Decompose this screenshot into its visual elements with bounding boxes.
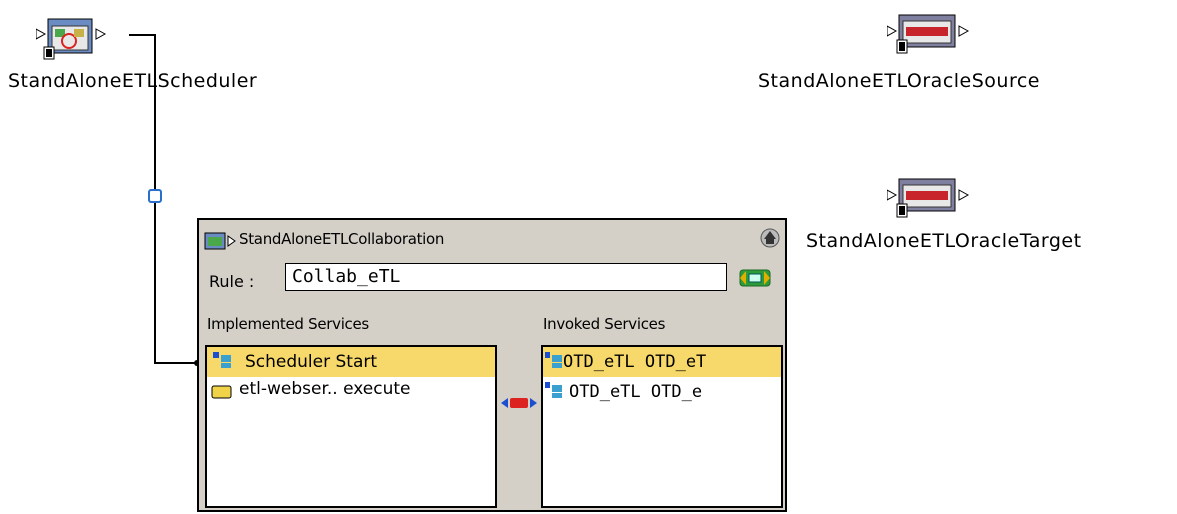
otd-icon [545,382,562,398]
collaboration-title-bar[interactable]: StandAloneETLCollaboration [199,220,785,260]
list-item-label: OTD_eTL OTD_e [569,382,703,402]
list-item-etl-webservice[interactable]: etl-webser.. execute [207,377,495,407]
oracle-service-icon [886,14,970,54]
oracle-target-node[interactable] [886,176,977,220]
list-item-label: etl-webser.. execute [239,379,411,399]
invoked-services-list[interactable]: OTD_eTL OTD_eT OTD_eTL OTD_e [541,345,783,508]
invoked-services-label: Invoked Services [543,315,666,333]
collaboration-title: StandAloneETLCollaboration [239,230,445,248]
connector-handle[interactable] [148,189,162,203]
scheduler-node[interactable] [35,17,131,61]
oracle-service-icon [886,178,970,218]
list-item-otd-etl-2[interactable]: OTD_eTL OTD_e [543,377,781,407]
implemented-services-label: Implemented Services [207,315,369,333]
collaboration-icon [204,232,236,250]
oracle-source-node[interactable] [886,12,977,56]
service-icon [213,352,231,368]
list-item-otd-etl-1[interactable]: OTD_eTL OTD_eT [543,347,781,377]
scheduler-node-label[interactable]: StandAloneETLScheduler [8,70,257,92]
rule-editor-icon[interactable] [736,265,776,291]
list-item-label: Scheduler Start [245,352,378,372]
mapping-icon [501,398,537,408]
collaboration-panel[interactable]: StandAloneETLCollaboration Rule : Collab… [197,218,787,512]
oracle-source-node-label[interactable]: StandAloneETLOracleSource [758,70,1040,92]
folder-icon [211,385,232,399]
otd-icon [545,352,562,368]
scheduler-service-icon [35,18,107,60]
rule-input[interactable]: Collab_eTL [285,263,727,291]
list-item-scheduler-start[interactable]: Scheduler Start [207,347,495,377]
list-item-label: OTD_eTL OTD_eT [563,352,707,372]
oracle-target-node-label[interactable]: StandAloneETLOracleTarget [806,230,1082,252]
rule-label: Rule : [209,272,255,291]
implemented-services-list[interactable]: Scheduler Start etl-webser.. execute [205,345,497,508]
collapse-icon[interactable] [759,227,781,249]
